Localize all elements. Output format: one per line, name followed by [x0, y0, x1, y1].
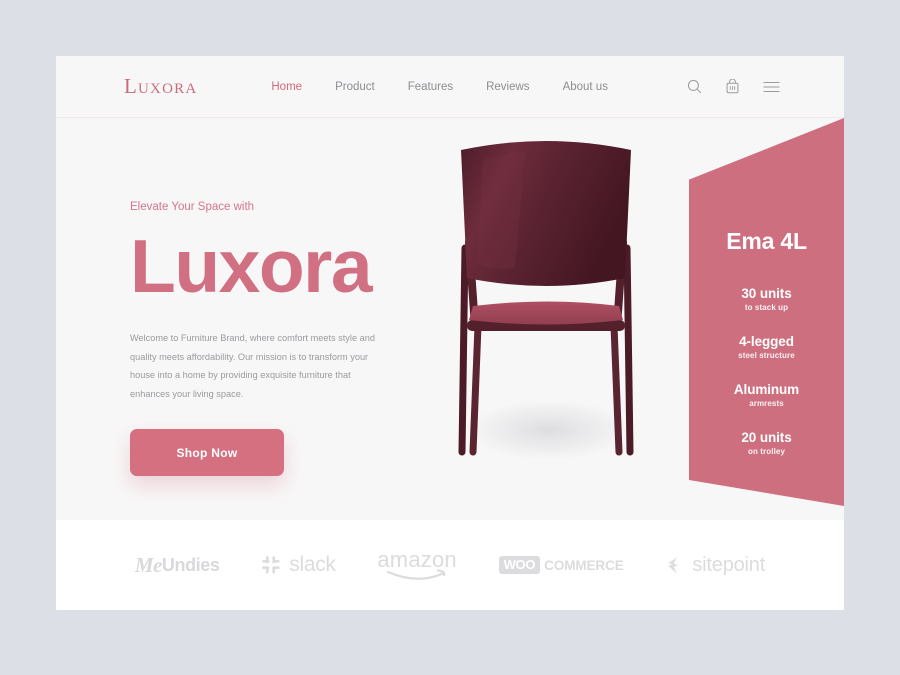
logo-amazon[interactable]: amazon — [377, 549, 457, 581]
spec-row: 20 units on trolley — [741, 430, 791, 456]
slack-hash-icon — [261, 555, 281, 575]
product-chair-image — [431, 130, 661, 520]
spec-row: 30 units to stack up — [741, 286, 791, 312]
hamburger-menu-icon[interactable] — [763, 81, 780, 93]
hero-headline: Luxora — [130, 224, 373, 308]
meundies-me-text: Me — [134, 552, 163, 577]
spec-value: Aluminum — [733, 382, 800, 397]
sitepoint-wordmark: sitepoint — [692, 553, 766, 576]
nav-item-about-us[interactable]: About us — [563, 81, 608, 93]
spec-value: 20 units — [741, 430, 792, 445]
logo-woocommerce[interactable]: WOO COMMERCE — [498, 556, 624, 574]
spec-value: 30 units — [741, 286, 792, 301]
spec-row: 4-legged steel structure — [738, 334, 795, 360]
hero-copy: Elevate Your Space with Luxora Welcome t… — [130, 201, 400, 477]
spec-label: to stack up — [744, 303, 789, 312]
nav-item-reviews[interactable]: Reviews — [486, 81, 529, 93]
hero-section: Ema 4L 30 units to stack up 4-legged ste… — [56, 118, 844, 520]
logo-meundies[interactable]: Me Undies — [135, 553, 220, 578]
spec-panel-title: Ema 4L — [726, 228, 807, 254]
logo-slack[interactable]: slack — [261, 553, 336, 577]
amazon-swoosh-icon — [386, 568, 448, 581]
hero-page-card: Luxora Home Product Features Reviews Abo… — [56, 56, 844, 610]
site-header: Luxora Home Product Features Reviews Abo… — [56, 56, 844, 118]
woo-badge: WOO — [498, 556, 541, 574]
commerce-wordmark: COMMERCE — [544, 557, 624, 573]
spec-label: steel structure — [738, 351, 795, 360]
product-spec-panel: Ema 4L 30 units to stack up 4-legged ste… — [689, 118, 844, 506]
nav-item-features[interactable]: Features — [408, 81, 453, 93]
spec-label: armrests — [749, 399, 784, 408]
shop-now-button[interactable]: Shop Now — [130, 429, 284, 477]
logo-sitepoint[interactable]: sitepoint — [665, 554, 765, 577]
nav-item-home[interactable]: Home — [271, 81, 302, 93]
nav-item-product[interactable]: Product — [335, 81, 375, 93]
partner-logo-strip: Me Undies slack amazon WOO COMMERCE site… — [56, 520, 844, 610]
spec-panel-content: Ema 4L 30 units to stack up 4-legged ste… — [689, 118, 844, 506]
shopping-basket-icon[interactable] — [725, 78, 740, 95]
spec-label: on trolley — [747, 447, 785, 456]
search-icon[interactable] — [687, 79, 702, 94]
sitepoint-chevron-icon — [665, 556, 684, 575]
hero-paragraph: Welcome to Furniture Brand, where comfor… — [130, 333, 375, 399]
brand-logo[interactable]: Luxora — [124, 74, 197, 99]
spec-row: Aluminum armrests — [734, 382, 799, 408]
hero-eyebrow: Elevate Your Space with — [130, 201, 255, 213]
spec-value: 4-legged — [739, 334, 794, 349]
header-icon-group — [687, 78, 780, 95]
main-navigation: Home Product Features Reviews About us — [271, 81, 608, 93]
slack-wordmark: slack — [289, 553, 336, 576]
meundies-undies-text: Undies — [161, 554, 220, 575]
